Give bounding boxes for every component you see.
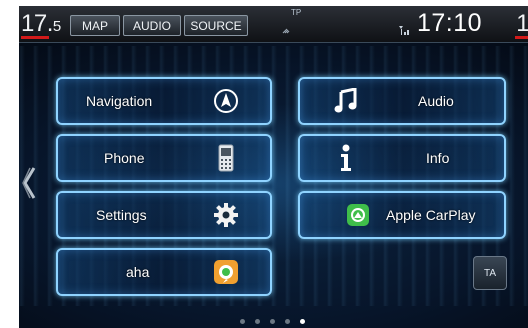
info-button[interactable]: Info [298, 134, 506, 182]
info-label: Info [426, 150, 450, 166]
settings-button[interactable]: Settings [56, 191, 272, 239]
page-dot [285, 319, 290, 324]
page-dot [300, 319, 305, 324]
audio-menu-button[interactable]: Audio [298, 77, 506, 125]
info-icon [330, 136, 362, 180]
device-frame: 17.5 MAP AUDIO SOURCE TP 17:10 17 Naviga… [0, 0, 528, 328]
chevron-left-icon[interactable] [22, 166, 36, 206]
driver-temperature-indicator [21, 36, 49, 39]
carplay-icon [344, 193, 372, 237]
source-button[interactable]: SOURCE [184, 15, 248, 36]
phone-button[interactable]: Phone [56, 134, 272, 182]
driver-temperature-integer: 17. [21, 10, 53, 37]
phone-signal-icon [397, 24, 411, 39]
page-dot [240, 319, 245, 324]
driver-temperature-decimal: 5 [52, 18, 61, 35]
map-button[interactable]: MAP [70, 15, 120, 36]
page-dot [255, 319, 260, 324]
passenger-temperature[interactable]: 17 [516, 10, 528, 38]
navigation-label: Navigation [86, 93, 153, 109]
page-indicator [240, 319, 305, 324]
aha-label: aha [126, 264, 150, 280]
navigation-button[interactable]: Navigation [56, 77, 272, 125]
audio-label: Audio [418, 93, 454, 109]
phone-label: Phone [104, 150, 145, 166]
head-unit-screen: 17.5 MAP AUDIO SOURCE TP 17:10 17 Naviga… [19, 6, 528, 328]
phone-icon [208, 136, 244, 180]
apple-carplay-button[interactable]: Apple CarPlay [298, 191, 506, 239]
gear-icon [208, 193, 244, 237]
passenger-temperature-indicator [515, 36, 528, 39]
apple-carplay-label: Apple CarPlay [386, 207, 476, 223]
traffic-program-indicator: TP [291, 8, 302, 17]
signal-strength-icon [282, 24, 292, 37]
compass-icon [208, 79, 244, 123]
driver-temperature[interactable]: 17.5 [21, 10, 61, 38]
ta-button[interactable]: TA [473, 256, 507, 290]
settings-label: Settings [96, 207, 147, 223]
clock[interactable]: 17:10 [417, 9, 482, 38]
aha-app-icon [208, 250, 244, 294]
audio-button[interactable]: AUDIO [123, 15, 181, 36]
music-note-icon [330, 79, 362, 123]
status-bar: 17.5 MAP AUDIO SOURCE TP 17:10 17 [19, 6, 528, 43]
page-dot [270, 319, 275, 324]
aha-button[interactable]: aha [56, 248, 272, 296]
